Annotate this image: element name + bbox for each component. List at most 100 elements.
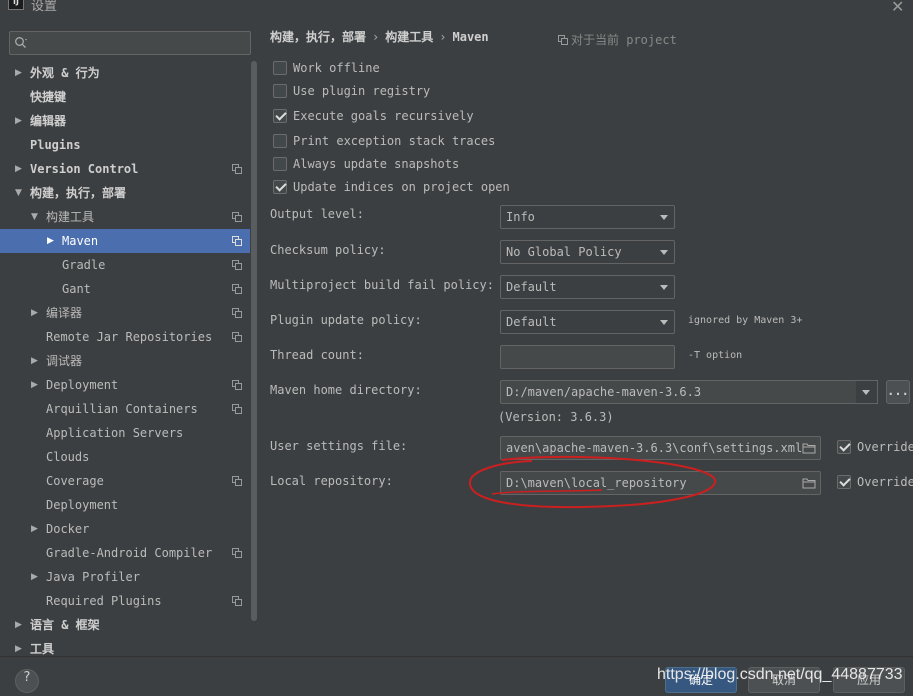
sidebar-item[interactable]: Required Plugins bbox=[0, 589, 258, 613]
sidebar-item[interactable]: Gradle bbox=[0, 253, 258, 277]
search-input[interactable] bbox=[9, 31, 251, 55]
override-checkbox[interactable] bbox=[837, 440, 851, 454]
sidebar-item[interactable]: ▶ 语言 & 框架 bbox=[0, 613, 258, 637]
checkbox[interactable] bbox=[273, 84, 287, 98]
sidebar-scrollbar[interactable] bbox=[250, 61, 258, 656]
sidebar-item-label: Remote Jar Repositories bbox=[46, 330, 213, 344]
sidebar-item[interactable]: Deployment bbox=[0, 493, 258, 517]
checkbox[interactable] bbox=[273, 109, 287, 123]
user-settings-label: User settings file: bbox=[270, 439, 408, 453]
project-scope-label: 对于当前 project bbox=[571, 33, 677, 47]
sidebar-item[interactable]: ▼ 构建，执行，部署 bbox=[0, 181, 258, 205]
checkbox-label: Execute goals recursively bbox=[293, 109, 474, 123]
sidebar-item[interactable]: ▶ Version Control bbox=[0, 157, 258, 181]
thread-count-input[interactable] bbox=[500, 345, 675, 369]
chevron-right-icon[interactable]: ▶ bbox=[31, 517, 38, 541]
sidebar-item[interactable]: ▶ Docker bbox=[0, 517, 258, 541]
folder-icon[interactable] bbox=[802, 477, 816, 489]
checkbox[interactable] bbox=[273, 134, 287, 148]
chevron-right-icon[interactable]: ▶ bbox=[31, 565, 38, 589]
output-level-select[interactable]: Info bbox=[500, 205, 675, 229]
sidebar-item-label: Application Servers bbox=[46, 426, 184, 440]
user-settings-input[interactable]: aven\apache-maven-3.6.3\conf\settings.xm… bbox=[500, 436, 821, 460]
checksum-policy-label: Checksum policy: bbox=[270, 243, 386, 257]
chevron-right-icon[interactable]: ▶ bbox=[31, 301, 38, 325]
sidebar-item[interactable]: Arquillian Containers bbox=[0, 397, 258, 421]
sidebar-item-label: 外观 & 行为 bbox=[30, 66, 100, 80]
breadcrumb-item: Maven bbox=[452, 30, 489, 44]
checkbox[interactable] bbox=[273, 157, 287, 171]
sidebar-item[interactable]: Plugins bbox=[0, 133, 258, 157]
sidebar-item-label: Required Plugins bbox=[46, 594, 162, 608]
sidebar-item[interactable]: ▶ Maven bbox=[0, 229, 258, 253]
sidebar-item[interactable]: Gradle-Android Compiler bbox=[0, 541, 258, 565]
project-scope-icon bbox=[232, 308, 242, 318]
checkbox[interactable] bbox=[273, 180, 287, 194]
thread-count-hint: -T option bbox=[688, 350, 743, 361]
project-scope-note: 对于当前 project bbox=[558, 31, 677, 48]
close-icon[interactable]: ✕ bbox=[891, 0, 905, 15]
chevron-right-icon[interactable]: ▶ bbox=[15, 613, 22, 637]
help-button[interactable]: ? bbox=[15, 669, 39, 693]
sidebar-item[interactable]: ▶ 外观 & 行为 bbox=[0, 61, 258, 85]
thread-count-label: Thread count: bbox=[270, 348, 364, 362]
checksum-policy-select[interactable]: No Global Policy bbox=[500, 240, 675, 264]
sidebar-item[interactable]: ▼ 构建工具 bbox=[0, 205, 258, 229]
browse-maven-home-button[interactable]: ... bbox=[886, 380, 910, 404]
local-repository-input[interactable]: D:\maven\local_repository bbox=[500, 471, 821, 495]
override-checkbox[interactable] bbox=[837, 475, 851, 489]
sidebar-item[interactable]: ▶ Deployment bbox=[0, 373, 258, 397]
window-title: 设置 bbox=[31, 0, 58, 14]
chevron-right-icon[interactable]: ▶ bbox=[15, 109, 22, 133]
override-label: Override bbox=[857, 440, 913, 454]
checkbox-label: Work offline bbox=[293, 61, 380, 75]
chevron-down-icon[interactable]: ▼ bbox=[31, 205, 38, 229]
folder-icon[interactable] bbox=[802, 442, 816, 454]
sidebar-item[interactable]: Coverage bbox=[0, 469, 258, 493]
scrollbar-thumb[interactable] bbox=[251, 61, 257, 621]
maven-home-dropdown-button[interactable] bbox=[856, 380, 878, 404]
sidebar-item-label: Deployment bbox=[46, 378, 119, 392]
plugin-update-hint: ignored by Maven 3+ bbox=[688, 315, 803, 326]
project-scope-icon bbox=[232, 284, 242, 294]
checksum-policy-value: No Global Policy bbox=[506, 245, 622, 259]
checkbox-label: Always update snapshots bbox=[293, 157, 460, 171]
sidebar-item[interactable]: 快捷键 bbox=[0, 85, 258, 109]
project-scope-icon bbox=[232, 260, 242, 270]
sidebar-item[interactable]: ▶ 编辑器 bbox=[0, 109, 258, 133]
checkbox[interactable] bbox=[273, 61, 287, 75]
chevron-right-icon[interactable]: ▶ bbox=[31, 373, 38, 397]
search-icon bbox=[15, 37, 27, 48]
settings-sidebar: ▶ 外观 & 行为 快捷键 ▶ 编辑器 Plugins ▶ Version Control ▼ 构… bbox=[0, 28, 258, 656]
maven-home-label: Maven home directory: bbox=[270, 383, 422, 397]
chevron-down-icon[interactable]: ▼ bbox=[15, 181, 22, 205]
sidebar-item-label: Deployment bbox=[46, 498, 119, 512]
sidebar-item[interactable]: Remote Jar Repositories bbox=[0, 325, 258, 349]
breadcrumb: 构建，执行，部署 › 构建工具 › Maven bbox=[270, 28, 489, 45]
watermark-text: https://blog.csdn.net/qq_44887733 bbox=[657, 666, 903, 683]
copy-icon bbox=[558, 35, 568, 45]
plugin-update-policy-select[interactable]: Default bbox=[500, 310, 675, 334]
multiproject-policy-value: Default bbox=[506, 280, 557, 294]
sidebar-item-label: Clouds bbox=[46, 450, 90, 464]
sidebar-item[interactable]: ▶ 调试器 bbox=[0, 349, 258, 373]
chevron-right-icon[interactable]: ▶ bbox=[47, 229, 54, 253]
sidebar-item-label: 构建工具 bbox=[46, 210, 95, 224]
multiproject-policy-select[interactable]: Default bbox=[500, 275, 675, 299]
sidebar-item-label: Docker bbox=[46, 522, 90, 536]
chevron-right-icon[interactable]: ▶ bbox=[15, 61, 22, 85]
maven-settings-panel: 构建，执行，部署 › 构建工具 › Maven 对于当前 project Work of… bbox=[258, 20, 913, 656]
sidebar-item[interactable]: Clouds bbox=[0, 445, 258, 469]
chevron-right-icon[interactable]: ▶ bbox=[15, 157, 22, 181]
local-repository-value: D:\maven\local_repository bbox=[506, 476, 687, 490]
sidebar-item[interactable]: ▶ 编译器 bbox=[0, 301, 258, 325]
sidebar-item[interactable]: Application Servers bbox=[0, 421, 258, 445]
maven-home-input[interactable]: D:/maven/apache-maven-3.6.3 bbox=[500, 380, 857, 404]
checkbox-label: Update indices on project open bbox=[293, 180, 510, 194]
project-scope-icon bbox=[232, 332, 242, 342]
sidebar-item[interactable]: ▶ Java Profiler bbox=[0, 565, 258, 589]
sidebar-item[interactable]: Gant bbox=[0, 277, 258, 301]
chevron-right-icon[interactable]: ▶ bbox=[31, 349, 38, 373]
user-settings-value: aven\apache-maven-3.6.3\conf\settings.xm… bbox=[506, 441, 803, 455]
sidebar-item-label: Gant bbox=[62, 282, 91, 296]
